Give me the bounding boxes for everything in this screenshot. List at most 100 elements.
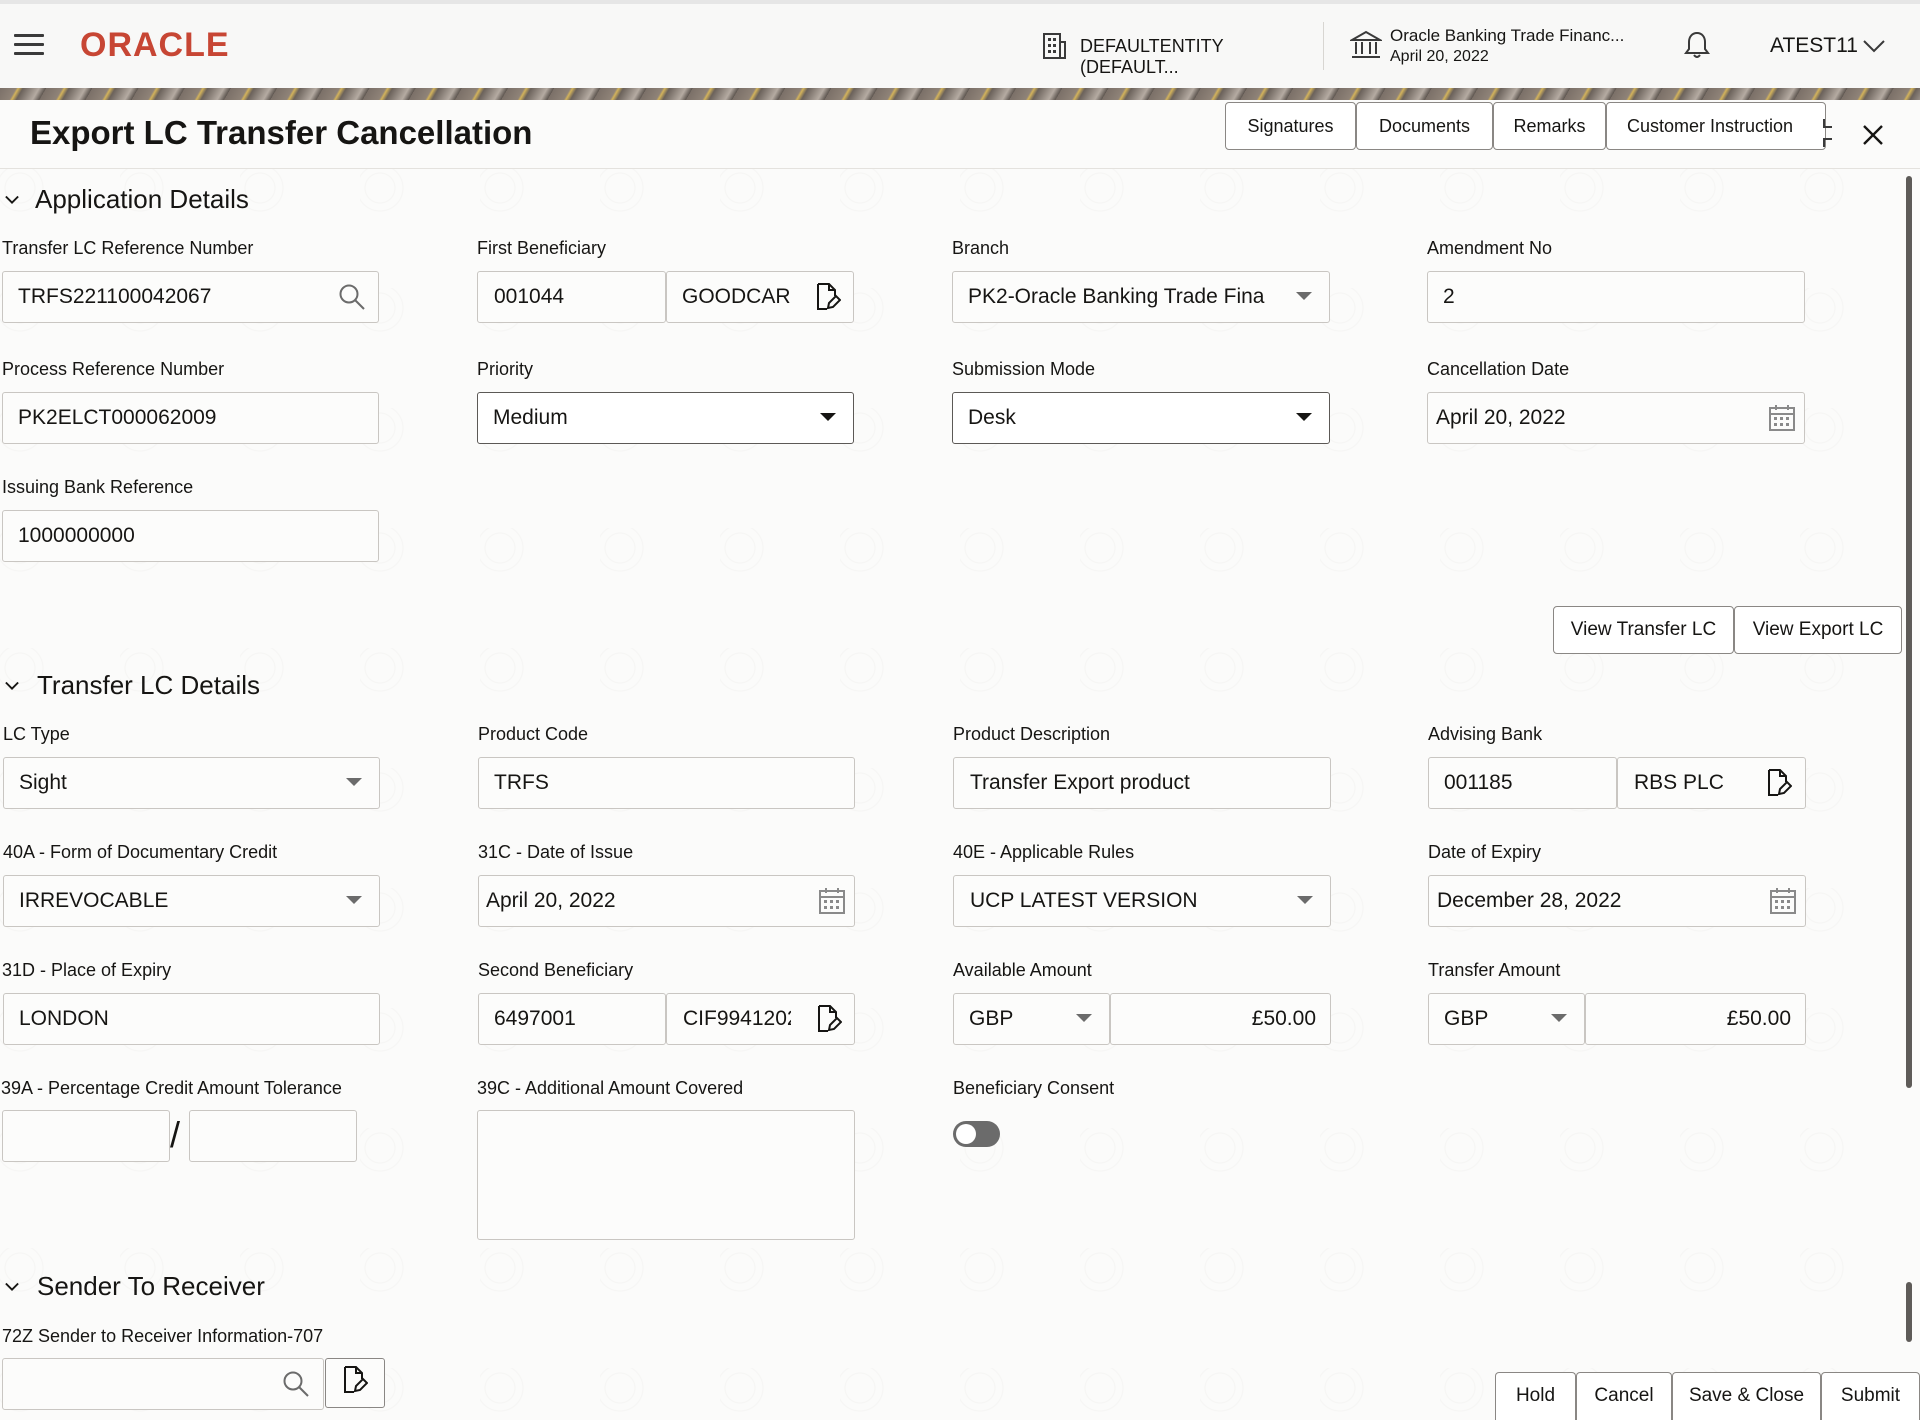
oracle-logo: ORACLE: [80, 26, 230, 65]
header-separator: [1323, 22, 1324, 70]
product-code-value: TRFS: [494, 771, 549, 795]
branch-date: April 20, 2022: [1390, 48, 1489, 66]
process-ref-label: Process Reference Number: [2, 359, 224, 380]
submit-button[interactable]: Submit: [1821, 1372, 1920, 1420]
applicable-rules-value: UCP LATEST VERSION: [970, 889, 1198, 913]
view-transfer-lc-button[interactable]: View Transfer LC: [1553, 606, 1734, 654]
cancellation-date-label: Cancellation Date: [1427, 359, 1569, 380]
branch-selector[interactable]: Oracle Banking Trade Financ... April 20,…: [1350, 24, 1630, 70]
dropdown-caret-icon: [820, 413, 836, 421]
available-amount-label: Available Amount: [953, 960, 1092, 981]
transfer-amount-label: Transfer Amount: [1428, 960, 1560, 981]
amendment-no-label: Amendment No: [1427, 238, 1552, 259]
tab-customer-instruction[interactable]: Customer Instruction: [1606, 102, 1826, 150]
branch-label: Branch: [952, 238, 1009, 259]
tab-documents[interactable]: Documents: [1356, 102, 1493, 150]
hold-button[interactable]: Hold: [1495, 1372, 1576, 1420]
title-divider: [0, 168, 1920, 169]
priority-value: Medium: [493, 406, 568, 430]
dropdown-caret-icon: [1076, 1014, 1092, 1022]
additional-amount-textarea[interactable]: [477, 1110, 855, 1240]
tab-customer-instruction-label: Customer Instruction: [1627, 116, 1793, 136]
additional-amount-label: 39C - Additional Amount Covered: [477, 1078, 743, 1099]
second-beneficiary-name: CIF9941202: [683, 1007, 791, 1031]
cancel-button[interactable]: Cancel: [1576, 1372, 1672, 1420]
branch-name: Oracle Banking Trade Financ...: [1390, 26, 1624, 46]
building-icon: [1040, 32, 1068, 60]
advising-bank-name: RBS PLC: [1634, 771, 1724, 795]
tolerance-plus-field[interactable]: [2, 1110, 170, 1162]
section-title-application-details[interactable]: Application Details: [35, 184, 249, 215]
date-of-issue-value: April 20, 2022: [486, 889, 616, 913]
notification-bell-icon[interactable]: [1684, 30, 1710, 60]
entity-selector[interactable]: DEFAULTENTITY (DEFAULT...: [1040, 32, 1300, 62]
user-menu[interactable]: ATEST11: [1770, 32, 1900, 62]
tab-remarks[interactable]: Remarks: [1493, 102, 1606, 150]
tolerance-minus-field[interactable]: [189, 1110, 357, 1162]
advising-bank-id: 001185: [1444, 771, 1513, 795]
branch-value: PK2-Oracle Banking Trade Fina: [968, 285, 1268, 309]
scrollbar-thumb[interactable]: [1906, 176, 1912, 1088]
calendar-icon[interactable]: [1769, 887, 1797, 915]
edit-document-icon[interactable]: [1766, 768, 1792, 798]
collapse-icon[interactable]: [1820, 117, 1842, 149]
hamburger-menu-icon[interactable]: [14, 34, 46, 56]
toggle-knob: [956, 1124, 976, 1144]
amendment-no-field[interactable]: [1427, 271, 1805, 323]
product-code-label: Product Code: [478, 724, 588, 745]
cancellation-date-value: April 20, 2022: [1436, 406, 1566, 430]
scrollbar-thumb-secondary[interactable]: [1906, 1282, 1912, 1342]
chevron-down-icon[interactable]: [5, 193, 19, 207]
dropdown-caret-icon: [1551, 1014, 1567, 1022]
chevron-down-icon[interactable]: [5, 1280, 19, 1294]
tolerance-label: 39A - Percentage Credit Amount Tolerance: [1, 1078, 342, 1099]
dropdown-caret-icon: [1297, 896, 1313, 904]
place-of-expiry-value: LONDON: [19, 1007, 109, 1031]
dropdown-caret-icon: [346, 896, 362, 904]
dropdown-caret-icon: [346, 778, 362, 786]
sender-to-receiver-info-field[interactable]: [2, 1358, 324, 1410]
first-beneficiary-id: 001044: [494, 285, 564, 309]
edit-document-icon[interactable]: [816, 1004, 842, 1034]
search-icon[interactable]: [282, 1370, 310, 1398]
first-beneficiary-label: First Beneficiary: [477, 238, 606, 259]
date-of-expiry-value: December 28, 2022: [1437, 889, 1621, 913]
first-beneficiary-name: GOODCARI: [682, 285, 790, 309]
section-title-sender-to-receiver[interactable]: Sender To Receiver: [37, 1271, 265, 1302]
priority-label: Priority: [477, 359, 533, 380]
tab-signatures[interactable]: Signatures: [1225, 102, 1356, 150]
calendar-icon[interactable]: [818, 887, 846, 915]
advising-bank-label: Advising Bank: [1428, 724, 1542, 745]
view-export-lc-button[interactable]: View Export LC: [1734, 606, 1902, 654]
user-name: ATEST11: [1770, 34, 1858, 58]
entity-label: DEFAULTENTITY (DEFAULT...: [1080, 36, 1300, 78]
submission-mode-label: Submission Mode: [952, 359, 1095, 380]
date-of-expiry-label: Date of Expiry: [1428, 842, 1541, 863]
available-amount-currency: GBP: [969, 1007, 1013, 1031]
section-title-transfer-lc-details[interactable]: Transfer LC Details: [37, 670, 260, 701]
bank-icon: [1350, 30, 1382, 60]
dropdown-caret-icon: [1296, 413, 1312, 421]
date-of-issue-label: 31C - Date of Issue: [478, 842, 633, 863]
save-close-button[interactable]: Save & Close: [1672, 1372, 1821, 1420]
sender-to-receiver-info-label: 72Z Sender to Receiver Information-707: [2, 1326, 323, 1347]
issuing-bank-ref-value: 1000000000: [18, 524, 135, 548]
edit-document-icon: [342, 1365, 368, 1395]
submission-mode-value: Desk: [968, 406, 1016, 430]
beneficiary-consent-toggle[interactable]: [953, 1121, 1000, 1147]
chevron-down-icon[interactable]: [5, 679, 19, 693]
amendment-no-value: 2: [1443, 285, 1455, 309]
lc-type-value: Sight: [19, 771, 67, 795]
edit-document-icon[interactable]: [815, 282, 841, 312]
process-ref-value: PK2ELCT000062009: [18, 406, 217, 430]
transfer-lc-ref-label: Transfer LC Reference Number: [2, 238, 253, 259]
search-icon[interactable]: [338, 283, 366, 311]
transfer-amount-value: £50.00: [1595, 1007, 1791, 1031]
close-icon[interactable]: [1862, 124, 1884, 146]
decorative-banner: [0, 88, 1920, 100]
transfer-amount-currency: GBP: [1444, 1007, 1488, 1031]
calendar-icon[interactable]: [1768, 404, 1796, 432]
lc-type-label: LC Type: [3, 724, 70, 745]
page-title: Export LC Transfer Cancellation: [30, 114, 532, 152]
transfer-lc-ref-value: TRFS221100042067: [18, 285, 211, 309]
